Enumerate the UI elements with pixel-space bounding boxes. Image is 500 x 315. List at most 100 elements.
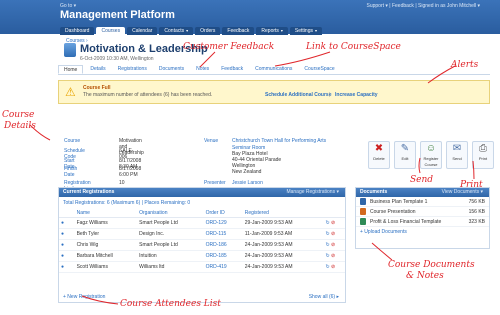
remove-icon[interactable]: ⊘ <box>331 264 335 270</box>
document-row[interactable]: Course Presentation 156 KB <box>356 207 489 217</box>
subtab-feedback[interactable]: Feedback <box>216 65 248 74</box>
finish-date-value: 8/17/2008 6:00 PM <box>119 166 142 178</box>
register-course-button[interactable]: ☺ Register Course <box>420 141 442 169</box>
nav-tab-label: Calendar <box>132 28 153 34</box>
person-icon: ● <box>59 217 75 229</box>
annotation-course-details: Details <box>4 121 36 131</box>
document-name[interactable]: Business Plan Template 1 <box>370 199 469 205</box>
column-header-name[interactable]: Name <box>74 209 138 218</box>
document-row[interactable]: Business Plan Template 1 756 KB <box>356 197 489 207</box>
row-actions: ↻ ⊘ <box>323 217 345 229</box>
table-row[interactable]: ● Scott Williams Williams ltd ORD-419 24-Jan… <box>59 261 345 273</box>
nav-tab-dashboard[interactable]: Dashboard <box>60 27 95 35</box>
nav-tab-settings[interactable]: Settings ▾ <box>289 27 323 35</box>
table-row[interactable]: ● Fagz Williams Smart People Ltd ORD-129 29-… <box>59 217 345 229</box>
registrations-panel: Current Registrations Manage Registratio… <box>58 187 346 303</box>
document-name[interactable]: Profit & Loss Financial Template <box>370 219 469 225</box>
subtab-home[interactable]: Home <box>58 65 84 74</box>
presenter-value[interactable]: Jessie Larson <box>232 180 263 186</box>
chevron-down-icon: ▾ <box>315 28 318 33</box>
subtab-registrations[interactable]: Registrations <box>113 65 152 74</box>
course-label: Course <box>64 138 81 144</box>
remove-icon[interactable]: ⊘ <box>331 231 335 237</box>
chevron-down-icon: ▾ <box>280 28 283 33</box>
refresh-icon[interactable]: ↻ <box>325 231 329 237</box>
document-name[interactable]: Course Presentation <box>370 209 469 215</box>
document-size: 756 KB <box>468 198 485 205</box>
new-registration-link[interactable]: + New Registration <box>63 294 105 300</box>
nav-tab-contacts[interactable]: Contacts ▾ <box>159 27 194 35</box>
remove-icon[interactable]: ⊘ <box>331 242 335 248</box>
annotation-course-documents: Course Documents <box>388 260 475 270</box>
document-row[interactable]: Profit & Loss Financial Template 323 KB <box>356 217 489 227</box>
user-utility-links[interactable]: Support ▾ | Feedback | Signed in as John… <box>366 3 480 9</box>
document-icon <box>360 218 366 225</box>
remove-icon[interactable]: ⊘ <box>331 253 335 259</box>
increase-capacity-link[interactable]: Increase Capacity <box>335 92 378 98</box>
registrant-name[interactable]: Scott Williams <box>74 261 138 273</box>
subtab-documents[interactable]: Documents <box>154 65 189 74</box>
order-id-link[interactable]: ORD-129 <box>203 217 243 229</box>
print-icon: ⎙ <box>479 143 487 154</box>
annotation-course-documents: & Notes <box>406 271 444 281</box>
remove-icon[interactable]: ⊘ <box>331 220 335 226</box>
document-icon <box>360 198 366 205</box>
annotation-course-details: Course <box>2 110 35 120</box>
alert-banner: ⚠ Course Full The maximum number of atte… <box>58 80 490 104</box>
documents-panel: Documents View Documents ▾ Business Plan… <box>355 187 490 249</box>
order-id-link[interactable]: ORD-115 <box>203 228 243 240</box>
show-all-link[interactable]: Show all (6) ▸ <box>309 294 339 300</box>
row-actions: ↻ ⊘ <box>323 239 345 251</box>
subtab-communications[interactable]: Communications <box>250 65 297 74</box>
registrant-name[interactable]: Barbara Mitchell <box>74 250 138 262</box>
table-row[interactable]: ● Chris Wig Smart People Ltd ORD-186 24-Jan-… <box>59 239 345 251</box>
subtab-details[interactable]: Details <box>85 65 110 74</box>
schedule-additional-course-link[interactable]: Schedule Additional Course <box>265 92 332 98</box>
table-row[interactable]: ● Barbara Mitchell Intuition ORD-185 24-Jan-… <box>59 250 345 262</box>
row-actions: ↻ ⊘ <box>323 250 345 262</box>
registrant-name[interactable]: Fagz Williams <box>74 217 138 229</box>
column-header-registered[interactable]: Registered <box>242 209 324 218</box>
refresh-icon[interactable]: ↻ <box>325 242 329 248</box>
venue-value[interactable]: Christchurch Town Hall for Performing Ar… <box>232 138 326 144</box>
edit-button[interactable]: ✎ Edit <box>394 141 416 169</box>
subtab-coursespace[interactable]: CourseSpace <box>299 65 339 74</box>
send-button[interactable]: ✉ Send <box>446 141 468 169</box>
registrant-name[interactable]: Beth Tyler <box>74 228 138 240</box>
print-button[interactable]: ⎙ Print <box>472 141 494 169</box>
nav-tab-label: Feedback <box>227 28 250 34</box>
nav-tab-orders[interactable]: Orders <box>195 27 221 35</box>
table-row[interactable]: ● Beth Tyler Design Inc. ORD-115 11-Jan-2009… <box>59 228 345 240</box>
course-subtabs: Home Details Registrations Documents Notes Fe… <box>58 65 490 75</box>
presenter-label: Presenter <box>204 180 226 186</box>
row-actions: ↻ ⊘ <box>323 228 345 240</box>
manage-registrations-menu[interactable]: Manage Registrations ▾ <box>286 188 339 197</box>
edit-icon: ✎ <box>400 143 410 154</box>
column-header-icon <box>59 209 75 218</box>
order-id-link[interactable]: ORD-419 <box>203 261 243 273</box>
nav-tab-courses[interactable]: Courses <box>96 27 126 35</box>
nav-tab-label: Dashboard <box>65 28 90 34</box>
documents-list: Business Plan Template 1 756 KB Course Pre… <box>356 197 489 227</box>
annotation-alerts: Alerts <box>451 60 479 70</box>
registrations-table: Name Organisation Order ID Registered ● Fagz… <box>59 209 345 273</box>
venue-line: New Zealand <box>232 169 262 175</box>
register-course-icon: ☺ <box>425 143 437 154</box>
registrant-name[interactable]: Chris Wig <box>74 239 138 251</box>
nav-tab-reports[interactable]: Reports ▾ <box>256 27 288 35</box>
column-header-organisation[interactable]: Organisation <box>137 209 204 218</box>
delete-button[interactable]: ✖ Delete <box>368 141 390 169</box>
refresh-icon[interactable]: ↻ <box>325 220 329 226</box>
person-icon: ● <box>59 261 75 273</box>
upload-documents-link[interactable]: + Upload Documents <box>356 227 489 237</box>
order-id-link[interactable]: ORD-185 <box>203 250 243 262</box>
nav-tab-label: Courses <box>101 28 121 34</box>
refresh-icon[interactable]: ↻ <box>325 264 329 270</box>
column-header-order-id[interactable]: Order ID <box>203 209 243 218</box>
annotation-attendees-list: Course Attendees List <box>120 299 221 309</box>
nav-tab-feedback[interactable]: Feedback <box>222 27 255 35</box>
nav-tab-calendar[interactable]: Calendar <box>127 27 158 35</box>
refresh-icon[interactable]: ↻ <box>325 253 329 259</box>
order-id-link[interactable]: ORD-186 <box>203 239 243 251</box>
subtab-notes[interactable]: Notes <box>191 65 214 74</box>
